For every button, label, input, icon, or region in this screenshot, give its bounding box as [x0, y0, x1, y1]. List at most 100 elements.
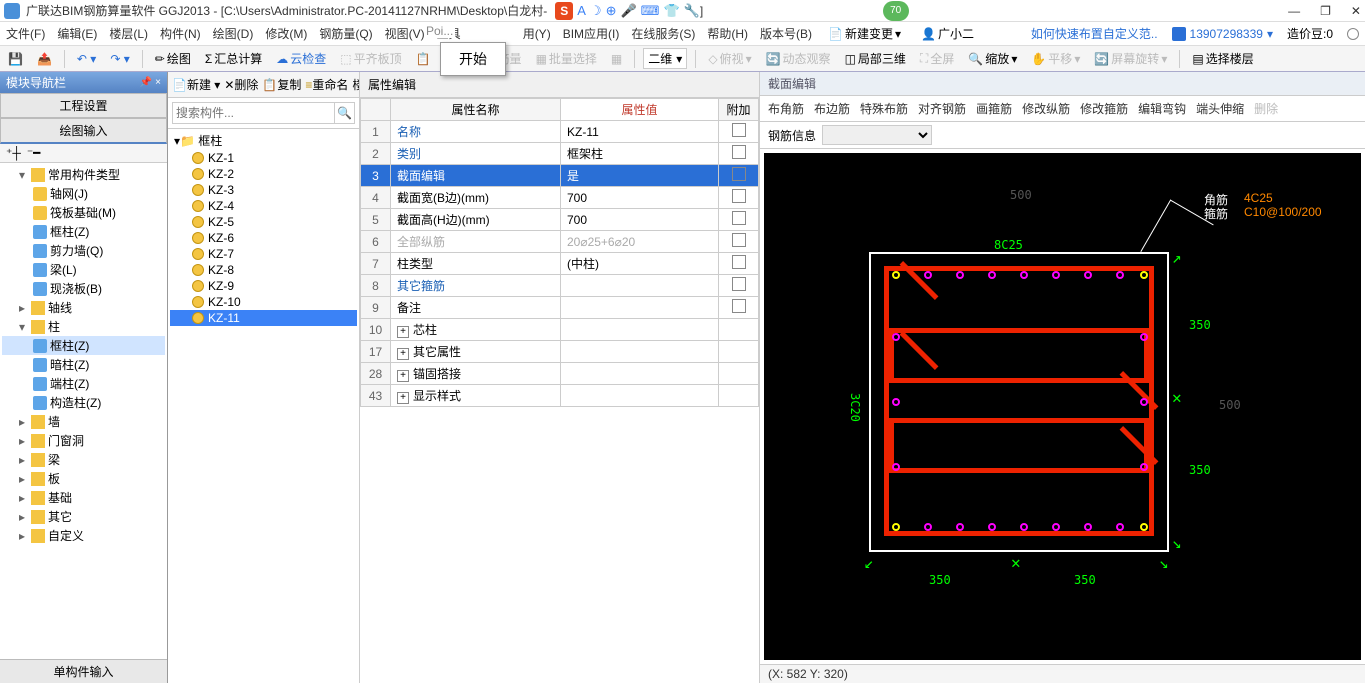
tree-item[interactable]: ▸梁: [2, 450, 165, 469]
menu-help[interactable]: 帮助(H): [707, 25, 748, 42]
property-row[interactable]: 28+锚固搭接: [361, 363, 759, 385]
bell-icon[interactable]: [1347, 28, 1359, 40]
select-floor-button[interactable]: ▤ 选择楼层: [1188, 50, 1257, 67]
tab-corner[interactable]: 布角筋: [768, 100, 804, 117]
tree-item[interactable]: 梁(L): [2, 260, 165, 279]
tab-hook[interactable]: 编辑弯钩: [1138, 100, 1186, 117]
tree-item[interactable]: 轴网(J): [2, 184, 165, 203]
list-item[interactable]: KZ-11: [170, 310, 357, 326]
list-item[interactable]: KZ-1: [170, 150, 357, 166]
list-item[interactable]: KZ-5: [170, 214, 357, 230]
moon-icon[interactable]: ☽: [590, 3, 602, 19]
tree-item[interactable]: ▸墙: [2, 412, 165, 431]
expand-all-icon[interactable]: ⁺┼: [6, 146, 21, 160]
collapse-all-icon[interactable]: ⁻━: [27, 146, 41, 160]
property-row[interactable]: 43+显示样式: [361, 385, 759, 407]
menu-floor[interactable]: 楼层(L): [109, 25, 148, 42]
new-button[interactable]: 📄新建 ▾: [172, 76, 220, 93]
menu-draw[interactable]: 绘图(D): [213, 25, 254, 42]
property-row[interactable]: 8其它箍筋: [361, 275, 759, 297]
export-icon[interactable]: 📤: [33, 52, 56, 66]
close-button[interactable]: ✕: [1351, 4, 1361, 18]
maximize-button[interactable]: ❐: [1320, 4, 1331, 18]
property-grid[interactable]: 属性名称 属性值 附加 1名称KZ-112类别框架柱3截面编辑是4截面宽(B边)…: [360, 98, 759, 683]
user-phone[interactable]: 13907298339 ▾: [1172, 27, 1273, 41]
menu-rebar[interactable]: 钢筋量(Q): [319, 25, 372, 42]
delete-button[interactable]: ✕删除: [224, 76, 258, 93]
tab-project-settings[interactable]: 工程设置: [0, 93, 167, 118]
menu-component[interactable]: 构件(N): [160, 25, 201, 42]
bulb-icon[interactable]: ⊕: [606, 3, 617, 19]
menu-bim[interactable]: BIM应用(I): [563, 25, 620, 42]
copy-button[interactable]: 📋复制: [262, 76, 301, 93]
dim-select[interactable]: 二维 ▾: [643, 48, 687, 69]
list-item[interactable]: KZ-3: [170, 182, 357, 198]
cloud-check-button[interactable]: ☁ 云检查: [272, 50, 330, 67]
tree-item[interactable]: ▾常用构件类型: [2, 165, 165, 184]
draw-button[interactable]: ✏绘图: [151, 50, 195, 67]
tree-item[interactable]: ▸轴线: [2, 298, 165, 317]
left-panel-header[interactable]: 模块导航栏 📌 ×: [0, 72, 167, 93]
save-icon[interactable]: 💾: [4, 52, 27, 66]
menu-modify[interactable]: 修改(M): [265, 25, 307, 42]
user-small[interactable]: 👤广小二: [917, 25, 978, 42]
property-row[interactable]: 10+芯柱: [361, 319, 759, 341]
tree-item[interactable]: 构造柱(Z): [2, 393, 165, 412]
tab-modify-long[interactable]: 修改纵筋: [1022, 100, 1070, 117]
tree-item[interactable]: 暗柱(Z): [2, 355, 165, 374]
list-item[interactable]: KZ-8: [170, 262, 357, 278]
property-row[interactable]: 1名称KZ-11: [361, 121, 759, 143]
property-row[interactable]: 9备注: [361, 297, 759, 319]
tree-item[interactable]: 框柱(Z): [2, 222, 165, 241]
menu-edit[interactable]: 编辑(E): [57, 25, 97, 42]
component-list[interactable]: ▾ 📁 框柱KZ-1KZ-2KZ-3KZ-4KZ-5KZ-6KZ-7KZ-8KZ…: [168, 129, 359, 683]
tab-align[interactable]: 对齐钢筋: [918, 100, 966, 117]
tab-draw-input[interactable]: 绘图输入: [0, 118, 167, 144]
tree-item[interactable]: 现浇板(B): [2, 279, 165, 298]
property-row[interactable]: 4截面宽(B边)(mm)700: [361, 187, 759, 209]
shirt-icon[interactable]: 👕: [663, 3, 679, 19]
tab-ext[interactable]: 端头伸缩: [1196, 100, 1244, 117]
component-tree[interactable]: ▾常用构件类型轴网(J)筏板基础(M)框柱(Z)剪力墙(Q)梁(L)现浇板(B)…: [0, 163, 167, 659]
tree-item[interactable]: ▸板: [2, 469, 165, 488]
sum-button[interactable]: Σ 汇总计算: [201, 50, 266, 67]
search-input[interactable]: [172, 102, 335, 124]
list-root[interactable]: ▾ 📁 框柱: [170, 131, 357, 150]
tree-item[interactable]: ▾柱: [2, 317, 165, 336]
property-row[interactable]: 3截面编辑是: [361, 165, 759, 187]
zoom-button[interactable]: 🔍 缩放 ▾: [964, 50, 1021, 67]
tree-item[interactable]: 端柱(Z): [2, 374, 165, 393]
property-row[interactable]: 17+其它属性: [361, 341, 759, 363]
property-row[interactable]: 5截面高(H边)(mm)700: [361, 209, 759, 231]
popup-start[interactable]: 开始: [440, 42, 506, 76]
green-badge[interactable]: 70: [883, 1, 909, 21]
property-row[interactable]: 2类别框架柱: [361, 143, 759, 165]
tab-modify-stirrup[interactable]: 修改箍筋: [1080, 100, 1128, 117]
rename-button[interactable]: ≡重命名: [305, 76, 348, 93]
list-item[interactable]: KZ-2: [170, 166, 357, 182]
minimize-button[interactable]: —: [1288, 4, 1300, 18]
wrench-icon[interactable]: 🔧: [684, 3, 700, 19]
search-button[interactable]: 🔍: [335, 102, 355, 124]
howto-link[interactable]: 如何快速布置自定义范..: [1031, 25, 1158, 42]
pin-icon[interactable]: 📌 ×: [140, 77, 161, 88]
tree-item[interactable]: ▸其它: [2, 507, 165, 526]
tab-special[interactable]: 特殊布筋: [860, 100, 908, 117]
tree-item[interactable]: 框柱(Z): [2, 336, 165, 355]
list-item[interactable]: KZ-7: [170, 246, 357, 262]
keyboard-icon[interactable]: ⌨: [641, 3, 660, 19]
tree-item[interactable]: 剪力墙(Q): [2, 241, 165, 260]
rebar-info-select[interactable]: [822, 125, 932, 145]
tree-item[interactable]: ▸自定义: [2, 526, 165, 545]
undo-button[interactable]: ↶ ▾: [73, 52, 100, 66]
list-item[interactable]: KZ-6: [170, 230, 357, 246]
tab-stirrup[interactable]: 画箍筋: [976, 100, 1012, 117]
icon-a[interactable]: A: [577, 3, 586, 18]
menu-online[interactable]: 在线服务(S): [631, 25, 695, 42]
property-row[interactable]: 6全部纵筋20⌀25+6⌀20: [361, 231, 759, 253]
mic-icon[interactable]: 🎤: [620, 3, 636, 19]
local-3d-button[interactable]: ◫ 局部三维: [841, 50, 910, 67]
tree-item[interactable]: 筏板基础(M): [2, 203, 165, 222]
tree-item[interactable]: ▸门窗洞: [2, 431, 165, 450]
single-component-input[interactable]: 单构件输入: [0, 659, 167, 683]
